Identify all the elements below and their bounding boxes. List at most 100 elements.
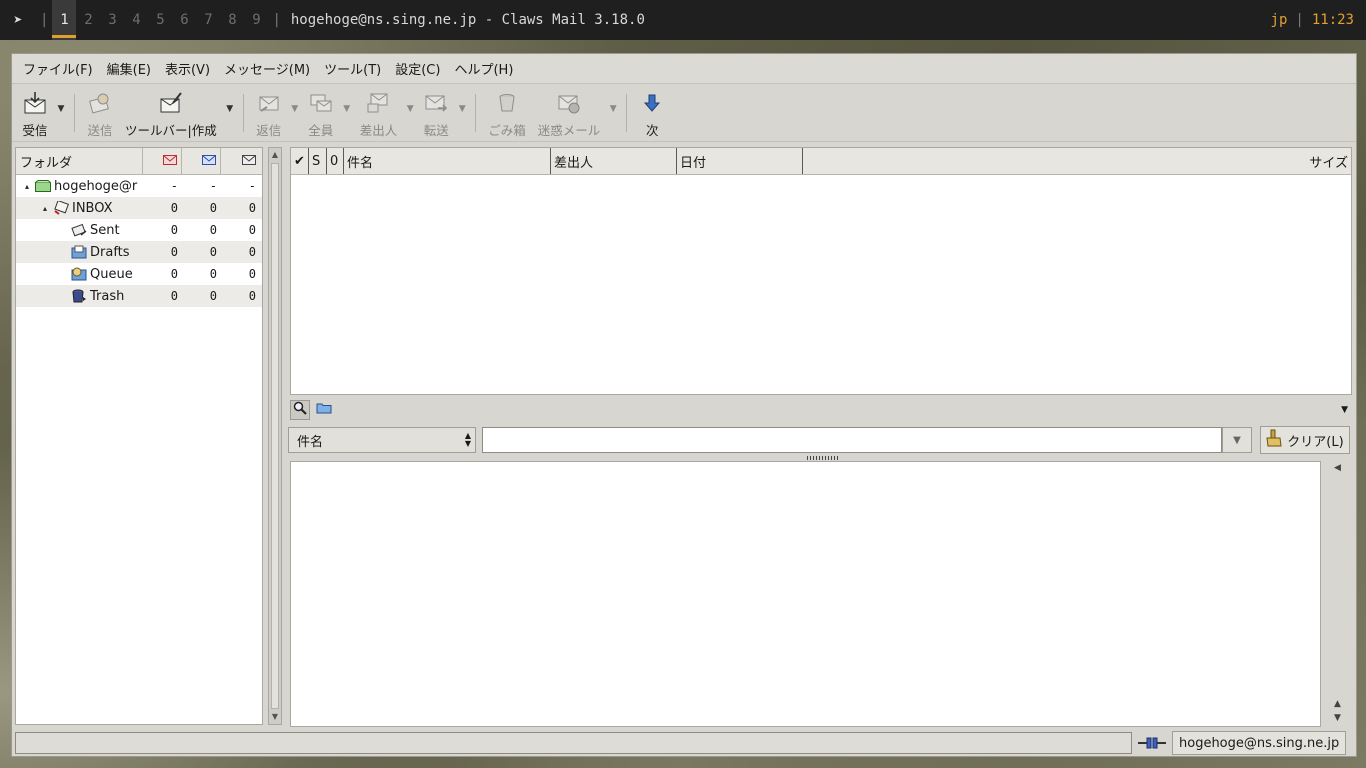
unread-count: 0 (209, 267, 217, 281)
next-button[interactable]: 次 (633, 90, 671, 139)
reply-all-dropdown-icon[interactable]: ▼ (340, 90, 354, 114)
trash-label: ごみ箱 (488, 123, 526, 138)
reply-dropdown-icon[interactable]: ▼ (288, 90, 302, 114)
expander-icon[interactable]: ▴ (40, 204, 50, 213)
menu-settings[interactable]: 設定(C) (388, 59, 447, 78)
clear-icon (1266, 429, 1284, 451)
total-mail-icon (242, 154, 256, 169)
chevron-down-icon[interactable]: ▼ (1341, 405, 1352, 415)
separator: | (1295, 12, 1304, 28)
workspace-6[interactable]: 6 (172, 0, 196, 40)
clear-label: クリア(L) (1287, 434, 1344, 450)
spam-dropdown-icon[interactable]: ▼ (606, 90, 620, 114)
folder-row-sent[interactable]: Sent 0 0 0 (16, 219, 262, 241)
next-label: 次 (646, 123, 659, 138)
folder-name: hogehoge@r (54, 178, 138, 194)
date-column-header[interactable]: 日付 (677, 148, 803, 174)
launcher-icon[interactable]: ➤ (0, 11, 36, 29)
receive-dropdown-icon[interactable]: ▼ (54, 90, 68, 114)
receive-icon (22, 90, 48, 116)
expander-icon[interactable]: ▴ (22, 182, 32, 191)
search-input[interactable] (482, 427, 1222, 453)
folder-column-header[interactable]: フォルダ (16, 148, 143, 174)
trash-button[interactable]: ごみ箱 (482, 90, 532, 139)
unread-column-header[interactable] (182, 148, 221, 174)
reply-all-button[interactable]: 全員 (302, 90, 340, 139)
send-button[interactable]: 送信 (81, 90, 119, 139)
menu-help[interactable]: ヘルプ(H) (447, 59, 520, 78)
new-count: - (170, 179, 178, 193)
search-history-dropdown[interactable]: ▼ (1222, 427, 1252, 453)
workspace-4[interactable]: 4 (124, 0, 148, 40)
folder-row-inbox[interactable]: ▴ INBOX 0 0 0 (16, 197, 262, 219)
clock: 11:23 (1311, 12, 1354, 28)
spam-button[interactable]: 迷惑メール (532, 90, 607, 139)
folder-search-button[interactable] (316, 402, 332, 418)
new-column-header[interactable] (143, 148, 182, 174)
sent-icon (71, 223, 87, 237)
window-title: hogehoge@ns.sing.ne.jp - Claws Mail 3.18… (290, 12, 645, 28)
subject-column-header[interactable]: 件名 (344, 148, 551, 174)
message-list-header: ✔ S 0 件名 差出人 日付 サイズ (291, 148, 1351, 175)
workspace-9[interactable]: 9 (244, 0, 268, 40)
workspace-7[interactable]: 7 (196, 0, 220, 40)
new-mail-icon (163, 154, 177, 169)
check-column-header[interactable]: ✔ (291, 148, 309, 174)
message-view[interactable] (290, 461, 1321, 727)
folder-row-drafts[interactable]: Drafts 0 0 0 (16, 241, 262, 263)
scroll-up-icon[interactable]: ▲ (1334, 699, 1341, 709)
online-status-icon[interactable] (1132, 737, 1172, 749)
receive-label: 受信 (22, 123, 48, 138)
new-count: 0 (170, 267, 178, 281)
compose-button[interactable]: ツールバー|作成 (119, 90, 223, 139)
folder-row-account[interactable]: ▴ hogehoge@r - - - (16, 175, 262, 197)
menu-message[interactable]: メッセージ(M) (217, 59, 317, 78)
menu-file[interactable]: ファイル(F) (16, 59, 100, 78)
menu-edit[interactable]: 編集(E) (100, 59, 158, 78)
clear-button[interactable]: クリア(L) (1260, 426, 1350, 454)
scroll-up-icon[interactable]: ▲ (269, 148, 281, 162)
message-list[interactable]: ✔ S 0 件名 差出人 日付 サイズ (290, 147, 1352, 395)
scroll-down-icon[interactable]: ▼ (269, 710, 281, 724)
chevron-left-icon[interactable]: ◀ (1334, 463, 1341, 473)
scrollbar-thumb[interactable] (271, 163, 279, 709)
new-count: 0 (170, 289, 178, 303)
forward-dropdown-icon[interactable]: ▼ (455, 90, 469, 114)
keyboard-layout[interactable]: jp (1271, 12, 1288, 28)
menu-tools[interactable]: ツール(T) (317, 59, 388, 78)
workspace-3[interactable]: 3 (100, 0, 124, 40)
total-count: 0 (248, 223, 256, 237)
total-column-header[interactable] (221, 148, 260, 174)
account-selector-button[interactable]: hogehoge@ns.sing.ne.jp (1172, 731, 1347, 755)
compose-icon (158, 90, 184, 116)
scroll-down-icon[interactable]: ▼ (1334, 713, 1341, 723)
workspace-5[interactable]: 5 (148, 0, 172, 40)
reply-sender-label: 差出人 (359, 123, 398, 138)
workspace-2[interactable]: 2 (76, 0, 100, 40)
pane-resize-handle[interactable] (807, 456, 839, 460)
workspace-8[interactable]: 8 (220, 0, 244, 40)
size-column-header[interactable]: サイズ (803, 148, 1351, 174)
spin-icon: ▲ ▼ (464, 431, 471, 448)
receive-button[interactable]: 受信 (16, 90, 54, 139)
folder-scrollbar[interactable]: ▲ ▼ (268, 147, 282, 725)
from-column-header[interactable]: 差出人 (551, 148, 677, 174)
menu-view[interactable]: 表示(V) (158, 59, 217, 78)
claws-mail-window: ファイル(F) 編集(E) 表示(V) メッセージ(M) ツール(T) 設定(C… (11, 53, 1357, 757)
reply-sender-dropdown-icon[interactable]: ▼ (403, 90, 417, 114)
status-column-header[interactable]: S (309, 148, 327, 174)
attachment-column-header[interactable]: 0 (327, 148, 344, 174)
reply-button[interactable]: 返信 (250, 90, 288, 139)
folder-name: INBOX (72, 200, 113, 216)
search-toggle-button[interactable] (290, 400, 310, 420)
total-count: 0 (248, 267, 256, 281)
folder-row-trash[interactable]: Trash 0 0 0 (16, 285, 262, 307)
search-type-select[interactable]: 件名 ▲ ▼ (288, 427, 476, 453)
message-view-scrollbar[interactable]: ◀ ▲ ▼ (1328, 461, 1352, 727)
workspace-1[interactable]: 1 (52, 0, 77, 40)
forward-button[interactable]: 転送 (417, 90, 455, 139)
compose-dropdown-icon[interactable]: ▼ (223, 90, 237, 114)
folder-row-queue[interactable]: Queue 0 0 0 (16, 263, 262, 285)
reply-sender-button[interactable]: 差出人 (354, 90, 404, 139)
toolbar-separator (475, 94, 477, 132)
